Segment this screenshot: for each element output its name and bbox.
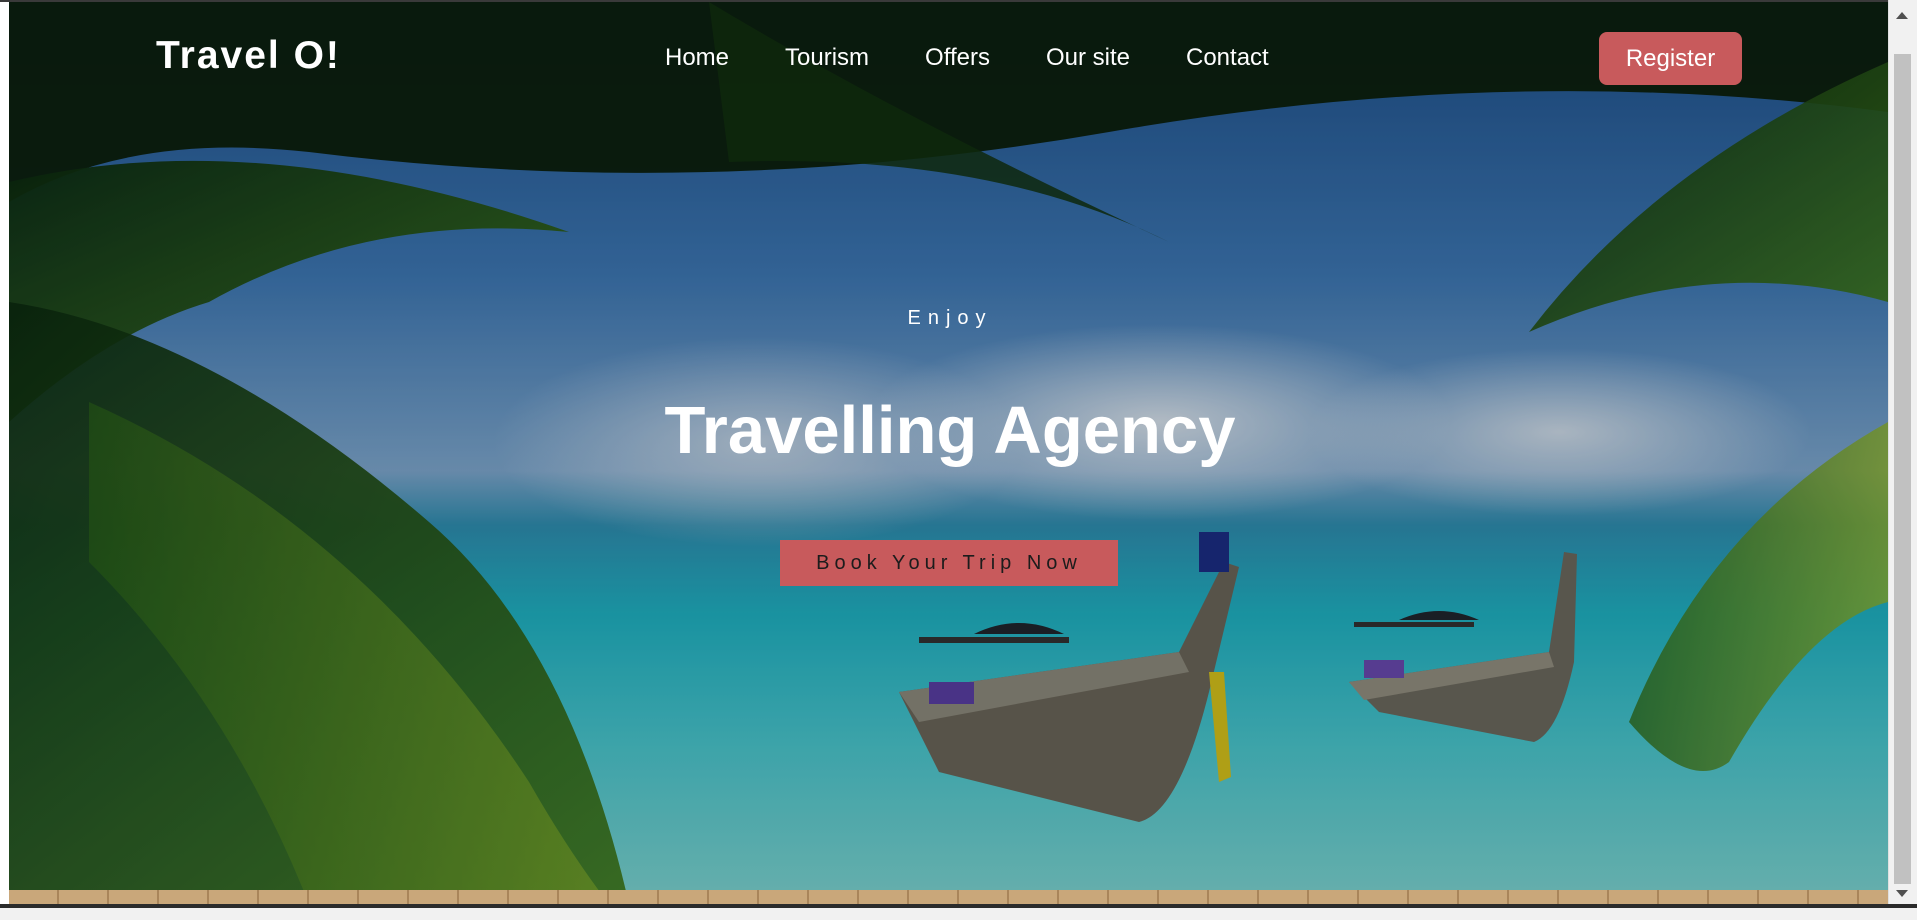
register-button[interactable]: Register (1599, 32, 1742, 85)
book-trip-button[interactable]: Book Your Trip Now (780, 540, 1118, 586)
nav-item-our-site[interactable]: Our site (1046, 44, 1130, 72)
main-nav: Home Tourism Offers Our site Contact (665, 44, 1269, 72)
hero-title: Travelling Agency (664, 393, 1236, 468)
scrollbar-thumb[interactable] (1894, 54, 1911, 884)
nav-item-contact[interactable]: Contact (1186, 44, 1269, 72)
brand-logo[interactable]: Travel O! (156, 34, 341, 78)
nav-item-offers[interactable]: Offers (925, 44, 990, 72)
window-bottom-bar (0, 904, 1917, 920)
scroll-up-arrow-icon[interactable] (1896, 12, 1908, 19)
wooden-dock-edge (9, 890, 1888, 904)
browser-viewport: Travel O! Home Tourism Offers Our site C… (0, 0, 1917, 920)
nav-item-tourism[interactable]: Tourism (785, 44, 869, 72)
hero-eyebrow: Enjoy (907, 307, 993, 329)
nav-item-home[interactable]: Home (665, 44, 729, 72)
scroll-down-arrow-icon[interactable] (1896, 890, 1908, 897)
